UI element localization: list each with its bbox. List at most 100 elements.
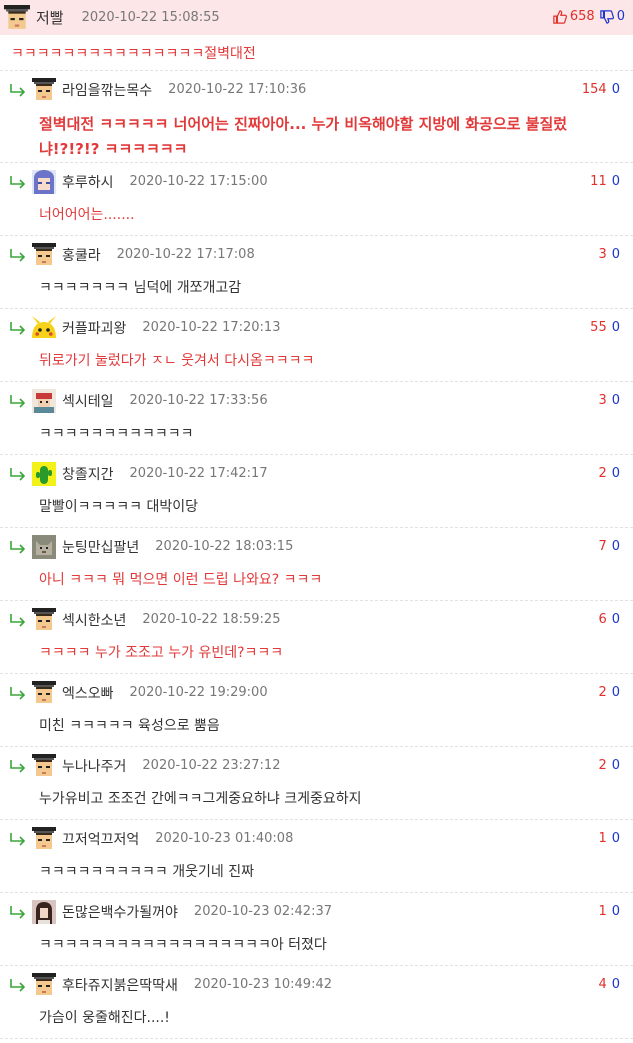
reply-arrow-icon	[10, 686, 26, 700]
default-avatar[interactable]	[32, 242, 56, 267]
reply-arrow-icon	[10, 613, 26, 627]
reply-down-count[interactable]: 0	[612, 174, 620, 189]
reply-down-count[interactable]: 0	[612, 977, 620, 992]
reply-item: 눈팅만십팔년 2020-10-22 18:03:15 70 아니 ㅋㅋㅋ 뭐 먹…	[0, 528, 633, 601]
reply-header: 돈많은백수가될꺼야 2020-10-23 02:42:37 10	[0, 893, 633, 930]
reply-up-count[interactable]: 1	[598, 904, 606, 919]
reply-body: ㅋㅋㅋㅋㅋㅋㅋㅋㅋㅋ 개웃기네 진짜	[39, 864, 254, 880]
reply-down-count[interactable]: 0	[612, 393, 620, 408]
reply-nickname[interactable]: 엑스오빠	[62, 683, 114, 703]
reply-up-count[interactable]: 3	[598, 393, 606, 408]
reply-nickname[interactable]: 후타쥬지붉은딱딱새	[62, 975, 178, 995]
reply-body: 아니 ㅋㅋㅋ 뭐 먹으면 이런 드립 나와요? ㅋㅋㅋ	[39, 572, 323, 588]
default-avatar[interactable]	[32, 680, 56, 705]
reply-down-count[interactable]: 0	[612, 320, 620, 335]
photo-avatar[interactable]	[32, 899, 56, 924]
reply-votes: 55 0	[590, 320, 620, 335]
reply-arrow-icon	[10, 978, 26, 992]
anime-avatar[interactable]	[32, 169, 56, 194]
reply-up-count[interactable]: 3	[598, 247, 606, 262]
reply-down-count[interactable]: 0	[612, 539, 620, 554]
pixel-art-avatar[interactable]	[32, 388, 56, 413]
reply-header: 창졸지간 2020-10-22 17:42:17 20	[0, 455, 633, 492]
main-post-nickname[interactable]: 저빨	[36, 7, 64, 28]
reply-nickname[interactable]: 홍쿨라	[62, 245, 101, 265]
reply-date: 2020-10-22 23:27:12	[142, 758, 281, 773]
reply-date: 2020-10-22 19:29:00	[129, 685, 268, 700]
reply-date: 2020-10-22 17:17:08	[116, 247, 255, 262]
reply-header: 누나나주거 2020-10-22 23:27:12 20	[0, 747, 633, 784]
reply-arrow-icon	[10, 905, 26, 919]
reply-up-count[interactable]: 2	[598, 685, 606, 700]
reply-nickname[interactable]: 섹시한소년	[62, 610, 126, 630]
reply-votes: 30	[598, 393, 620, 408]
reply-down-count[interactable]: 0	[612, 247, 620, 262]
reply-up-count[interactable]: 2	[598, 466, 606, 481]
reply-up-count[interactable]: 1	[598, 831, 606, 846]
reply-up-count[interactable]: 2	[598, 758, 606, 773]
reply-body: ㅋㅋㅋㅋ 누가 조조고 누가 유빈데?ㅋㅋㅋ	[39, 645, 284, 661]
reply-nickname[interactable]: 창졸지간	[62, 464, 114, 484]
default-avatar[interactable]	[32, 826, 56, 851]
reply-votes: 11 0	[590, 174, 620, 189]
reply-item: 섹시한소년 2020-10-22 18:59:25 60 ㅋㅋㅋㅋ 누가 조조고…	[0, 601, 633, 674]
cactus-avatar[interactable]	[32, 461, 56, 486]
reply-body: 말빨이ㅋㅋㅋㅋㅋ 대박이당	[39, 499, 199, 515]
reply-date: 2020-10-23 10:49:42	[193, 977, 332, 992]
main-post: 저빨 2020-10-22 15:08:55 658 0 ㅋㅋㅋㅋㅋㅋㅋㅋㅋㅋㅋ…	[0, 0, 633, 71]
reply-down-count[interactable]: 0	[612, 904, 620, 919]
default-avatar[interactable]	[32, 753, 56, 778]
reply-item: 후루하시 2020-10-22 17:15:00 11 0 너어어어는......…	[0, 163, 633, 236]
reply-down-count[interactable]: 0	[612, 612, 620, 627]
reply-up-count[interactable]: 7	[598, 539, 606, 554]
reply-body: 누가유비고 조조건 간에ㅋㅋ그게중요하냐 크게중요하지	[39, 791, 362, 807]
reply-item: 커플파괴왕 2020-10-22 17:20:13 55 0 뒤로가기 눌렀다가 …	[0, 309, 633, 382]
reply-up-count[interactable]: 55	[590, 320, 607, 335]
reply-up-count[interactable]: 11	[590, 174, 607, 189]
pikachu-avatar[interactable]	[32, 315, 56, 340]
reply-down-count[interactable]: 0	[612, 831, 620, 846]
reply-down-count[interactable]: 0	[612, 685, 620, 700]
reply-down-count[interactable]: 0	[612, 466, 620, 481]
reply-header: 후루하시 2020-10-22 17:15:00 11 0	[0, 163, 633, 200]
reply-header: 섹시한소년 2020-10-22 18:59:25 60	[0, 601, 633, 638]
reply-nickname[interactable]: 섹시테일	[62, 391, 114, 411]
main-post-date: 2020-10-22 15:08:55	[81, 10, 220, 25]
reply-down-count[interactable]: 0	[612, 82, 620, 97]
thumbs-down-icon[interactable]	[599, 9, 614, 24]
default-avatar[interactable]	[32, 77, 56, 102]
reply-date: 2020-10-22 17:33:56	[129, 393, 268, 408]
reply-item: 끄저억끄저억 2020-10-23 01:40:08 10 ㅋㅋㅋㅋㅋㅋㅋㅋㅋㅋ…	[0, 820, 633, 893]
reply-body: 뒤로가기 눌렀다가 ㅈㄴ 웃겨서 다시옴ㅋㅋㅋㅋ	[39, 353, 315, 369]
reply-nickname[interactable]: 눈팅만십팔년	[62, 537, 139, 557]
reply-item: 엑스오빠 2020-10-22 19:29:00 20 미친 ㅋㅋㅋㅋㅋ 육성으…	[0, 674, 633, 747]
main-post-header: 저빨 2020-10-22 15:08:55 658 0	[0, 0, 633, 35]
reply-header: 후타쥬지붉은딱딱새 2020-10-23 10:49:42 40	[0, 966, 633, 1003]
reply-down-count[interactable]: 0	[612, 758, 620, 773]
reply-up-count[interactable]: 154	[582, 82, 607, 97]
reply-nickname[interactable]: 후루하시	[62, 172, 114, 192]
reply-date: 2020-10-23 01:40:08	[155, 831, 294, 846]
reply-item: 라임을깎는목수 2020-10-22 17:10:36 154 0 절벽대전 ㅋㅋ…	[0, 71, 633, 163]
default-avatar[interactable]	[32, 972, 56, 997]
reply-body: ㅋㅋㅋㅋㅋㅋㅋ 님덕에 개쪼개고감	[39, 280, 242, 296]
reply-nickname[interactable]: 돈많은백수가될꺼야	[62, 902, 178, 922]
reply-votes: 20	[598, 685, 620, 700]
reply-nickname[interactable]: 라임을깎는목수	[62, 80, 152, 100]
reply-date: 2020-10-22 17:15:00	[129, 174, 268, 189]
reply-up-count[interactable]: 6	[598, 612, 606, 627]
reply-nickname[interactable]: 누나나주거	[62, 756, 126, 776]
reply-nickname[interactable]: 커플파괴왕	[62, 318, 126, 338]
reply-date: 2020-10-22 17:10:36	[168, 82, 307, 97]
cat-avatar[interactable]	[32, 534, 56, 559]
reply-date: 2020-10-23 02:42:37	[193, 904, 332, 919]
reply-body: ㅋㅋㅋㅋㅋㅋㅋㅋㅋㅋㅋㅋㅋㅋㅋㅋㅋㅋ아 터졌다	[39, 937, 327, 953]
thumbs-up-icon[interactable]	[553, 9, 567, 24]
reply-up-count[interactable]: 4	[598, 977, 606, 992]
reply-header: 엑스오빠 2020-10-22 19:29:00 20	[0, 674, 633, 711]
main-post-votes: 658 0	[553, 9, 625, 24]
default-avatar[interactable]	[32, 607, 56, 632]
reply-nickname[interactable]: 끄저억끄저억	[62, 829, 139, 849]
default-avatar[interactable]	[4, 4, 30, 31]
reply-header: 섹시테일 2020-10-22 17:33:56 30	[0, 382, 633, 419]
